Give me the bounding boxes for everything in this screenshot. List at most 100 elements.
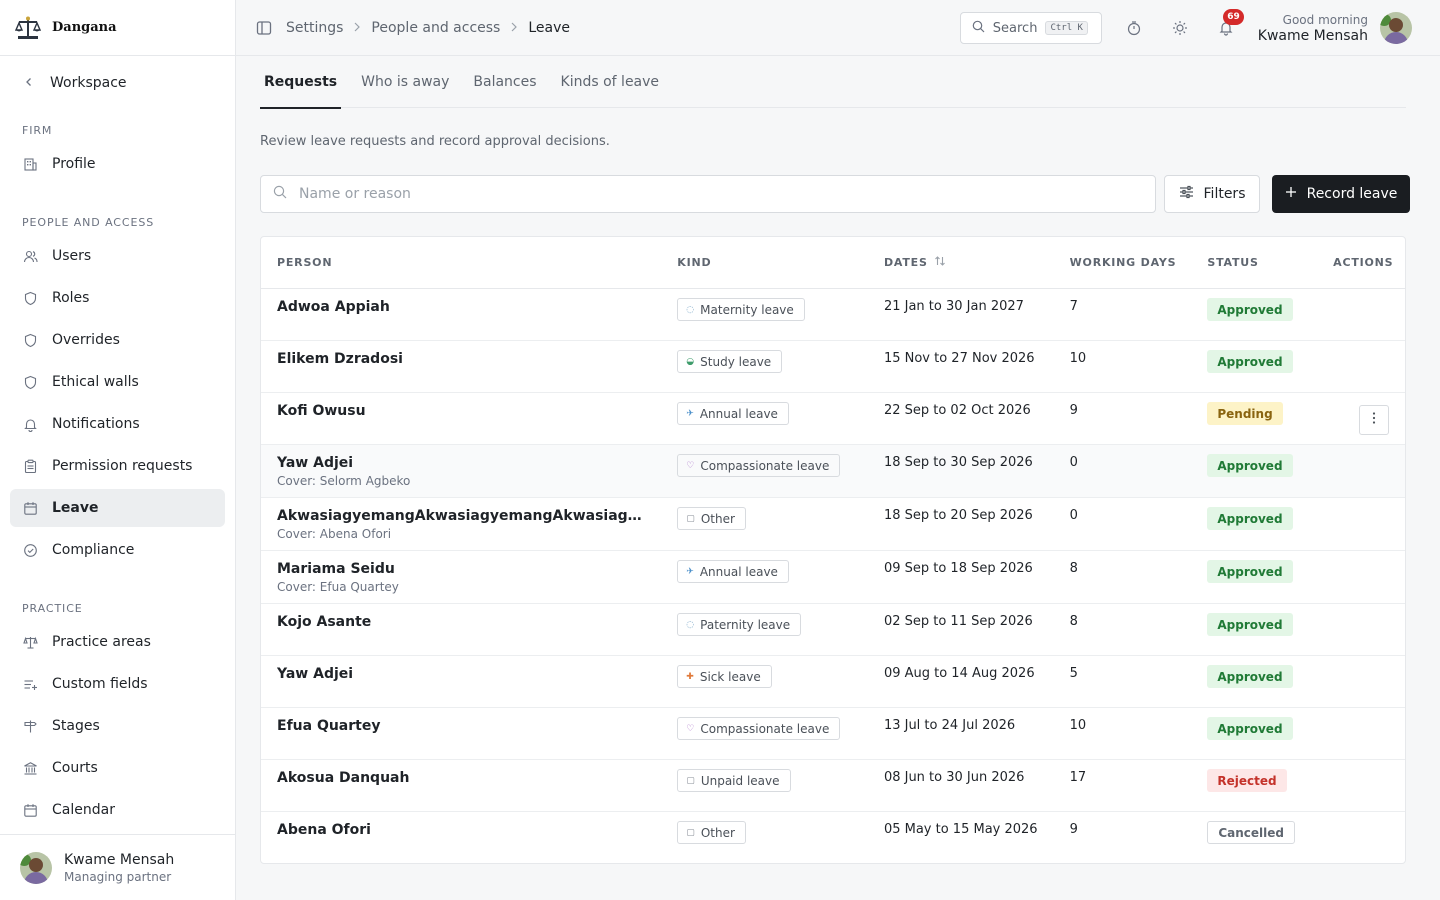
sidebar-user-card[interactable]: Kwame Mensah Managing partner — [0, 834, 235, 900]
tab-requests[interactable]: Requests — [260, 56, 342, 109]
sidebar-item-roles[interactable]: Roles — [10, 279, 225, 317]
table-row[interactable]: Elikem Dzradosi ◒ Study leave 15 Nov to … — [261, 341, 1405, 393]
sort-icon — [934, 255, 946, 270]
status-badge: Approved — [1207, 298, 1293, 321]
table-row[interactable]: Mariama Seidu Cover: Efua Quartey ✈ Annu… — [261, 551, 1405, 604]
sidebar-item-calendar[interactable]: Calendar — [10, 791, 225, 829]
sun-icon[interactable] — [1166, 14, 1194, 42]
cell-kind: ▢ Other — [677, 821, 884, 844]
leave-kind-label: Study leave — [700, 354, 772, 369]
leave-kind-icon: ▢ — [686, 775, 695, 786]
working-days: 9 — [1069, 403, 1078, 418]
person-name[interactable]: Mariama Seidu — [277, 561, 647, 577]
person-name[interactable]: Adwoa Appiah — [277, 299, 647, 315]
leave-kind-chip: ◌ Paternity leave — [677, 613, 802, 636]
person-name[interactable]: Abena Ofori — [277, 822, 647, 838]
table-row[interactable]: Kofi Owusu ✈ Annual leave 22 Sep to 02 O… — [261, 393, 1405, 445]
working-days: 8 — [1069, 614, 1078, 629]
person-name[interactable]: AkwasiagyemangAkwasiagyemangAkwasiagyema… — [277, 508, 647, 524]
clipboard-icon — [22, 458, 38, 474]
leave-dates: 08 Jun to 30 Jun 2026 — [883, 770, 1025, 785]
leave-kind-chip: ▢ Other — [677, 507, 746, 530]
brand[interactable]: Dangana — [0, 0, 235, 56]
leave-kind-icon: ✚ — [686, 671, 694, 682]
cell-working-days: 0 — [1070, 455, 1208, 470]
column-dates[interactable]: DATES — [884, 255, 1070, 270]
filter-bar: Name or reason Filters Record leave — [260, 175, 1440, 213]
timer-icon[interactable] — [1120, 14, 1148, 42]
person-name[interactable]: Efua Quartey — [277, 718, 647, 734]
record-leave-label: Record leave — [1306, 186, 1398, 202]
search-shortcut: Ctrl K — [1045, 21, 1088, 35]
table-row[interactable]: Yaw Adjei Cover: Selorm Agbeko ♡ Compass… — [261, 445, 1405, 498]
sidebar-item-custom-fields[interactable]: Custom fields — [10, 665, 225, 703]
sidebar-item-label: Roles — [52, 290, 90, 306]
table-row[interactable]: AkwasiagyemangAkwasiagyemangAkwasiagyema… — [261, 498, 1405, 551]
leave-requests-table: PERSON KIND DATES WORKING DAYS STATUS AC… — [260, 236, 1406, 864]
name-or-reason-search-input[interactable]: Name or reason — [260, 175, 1156, 213]
leave-kind-chip: ▢ Unpaid leave — [677, 769, 791, 792]
sidebar-toggle-icon[interactable] — [256, 20, 272, 36]
sidebar-item-permission-requests[interactable]: Permission requests — [10, 447, 225, 485]
person-name[interactable]: Elikem Dzradosi — [277, 351, 647, 367]
working-days: 10 — [1069, 718, 1087, 733]
global-search-button[interactable]: Search Ctrl K — [959, 12, 1102, 44]
person-name[interactable]: Akosua Danquah — [277, 770, 647, 786]
cell-status: Rejected — [1207, 769, 1333, 792]
status-badge: Pending — [1207, 402, 1283, 425]
tab-balances[interactable]: Balances — [469, 56, 540, 108]
cell-dates: 05 May to 15 May 2026 — [884, 822, 1070, 837]
table-row[interactable]: Kojo Asante ◌ Paternity leave 02 Sep to … — [261, 604, 1405, 656]
sidebar-item-practice-areas[interactable]: Practice areas — [10, 623, 225, 661]
tab-who-is-away[interactable]: Who is away — [357, 56, 453, 108]
sidebar-item-label: Courts — [52, 760, 98, 776]
sidebar-item-ethical-walls[interactable]: Ethical walls — [10, 363, 225, 401]
topbar: Settings People and access Leave Search … — [236, 0, 1440, 56]
leave-kind-icon: ✈ — [686, 566, 694, 577]
row-actions-menu-button[interactable] — [1359, 405, 1390, 435]
chevron-left-icon — [24, 76, 34, 90]
record-leave-button[interactable]: Record leave — [1272, 175, 1410, 213]
courthouse-icon — [22, 760, 38, 776]
sidebar-item-profile[interactable]: Profile — [10, 145, 225, 183]
table-row[interactable]: Abena Ofori ▢ Other 05 May to 15 May 202… — [261, 812, 1405, 863]
sidebar-item-leave[interactable]: Leave — [10, 489, 225, 527]
sidebar-item-label: Leave — [52, 500, 99, 516]
back-to-workspace-link[interactable]: Workspace — [10, 59, 225, 107]
person-name[interactable]: Kojo Asante — [277, 614, 647, 630]
notifications-bell-icon[interactable]: 69 — [1212, 9, 1244, 42]
signpost-icon — [22, 718, 38, 734]
sidebar-item-users[interactable]: Users — [10, 237, 225, 275]
sidebar-item-label: Stages — [52, 718, 100, 734]
sidebar-item-courts[interactable]: Courts — [10, 749, 225, 787]
filters-button[interactable]: Filters — [1164, 175, 1260, 213]
user-avatar-button[interactable] — [1380, 12, 1412, 44]
table-row[interactable]: Efua Quartey ♡ Compassionate leave 13 Ju… — [261, 708, 1405, 760]
leave-kind-icon: ✈ — [686, 408, 694, 419]
person-name[interactable]: Kofi Owusu — [277, 403, 647, 419]
cell-working-days: 0 — [1070, 508, 1208, 523]
chevron-right-icon — [510, 21, 518, 35]
table-row[interactable]: Adwoa Appiah ◌ Maternity leave 21 Jan to… — [261, 289, 1405, 341]
sidebar-item-overrides[interactable]: Overrides — [10, 321, 225, 359]
person-name[interactable]: Yaw Adjei — [277, 455, 647, 471]
table-row[interactable]: Yaw Adjei ✚ Sick leave 09 Aug to 14 Aug … — [261, 656, 1405, 708]
working-days: 9 — [1069, 822, 1078, 837]
sidebar-item-stages[interactable]: Stages — [10, 707, 225, 745]
cell-person: Yaw Adjei Cover: Selorm Agbeko — [261, 455, 677, 488]
sidebar-item-compliance[interactable]: Compliance — [10, 531, 225, 569]
chevron-right-icon — [353, 21, 361, 35]
leave-kind-chip: ◒ Study leave — [677, 350, 783, 373]
cell-working-days: 17 — [1070, 770, 1208, 785]
breadcrumb-people-and-access[interactable]: People and access — [371, 20, 500, 36]
person-name[interactable]: Yaw Adjei — [277, 666, 647, 682]
app-shell: Dangana Workspace FIRM Profile PEOPLE AND … — [0, 0, 1440, 900]
leave-kind-icon: ◌ — [686, 619, 695, 630]
breadcrumb-settings[interactable]: Settings — [286, 20, 343, 36]
table-row[interactable]: Akosua Danquah ▢ Unpaid leave 08 Jun to … — [261, 760, 1405, 812]
sliders-icon — [1179, 185, 1194, 203]
sidebar-item-notifications[interactable]: Notifications — [10, 405, 225, 443]
tab-kinds-of-leave[interactable]: Kinds of leave — [557, 56, 664, 108]
cell-dates: 18 Sep to 30 Sep 2026 — [884, 455, 1070, 470]
leave-kind-icon: ▢ — [686, 827, 695, 838]
